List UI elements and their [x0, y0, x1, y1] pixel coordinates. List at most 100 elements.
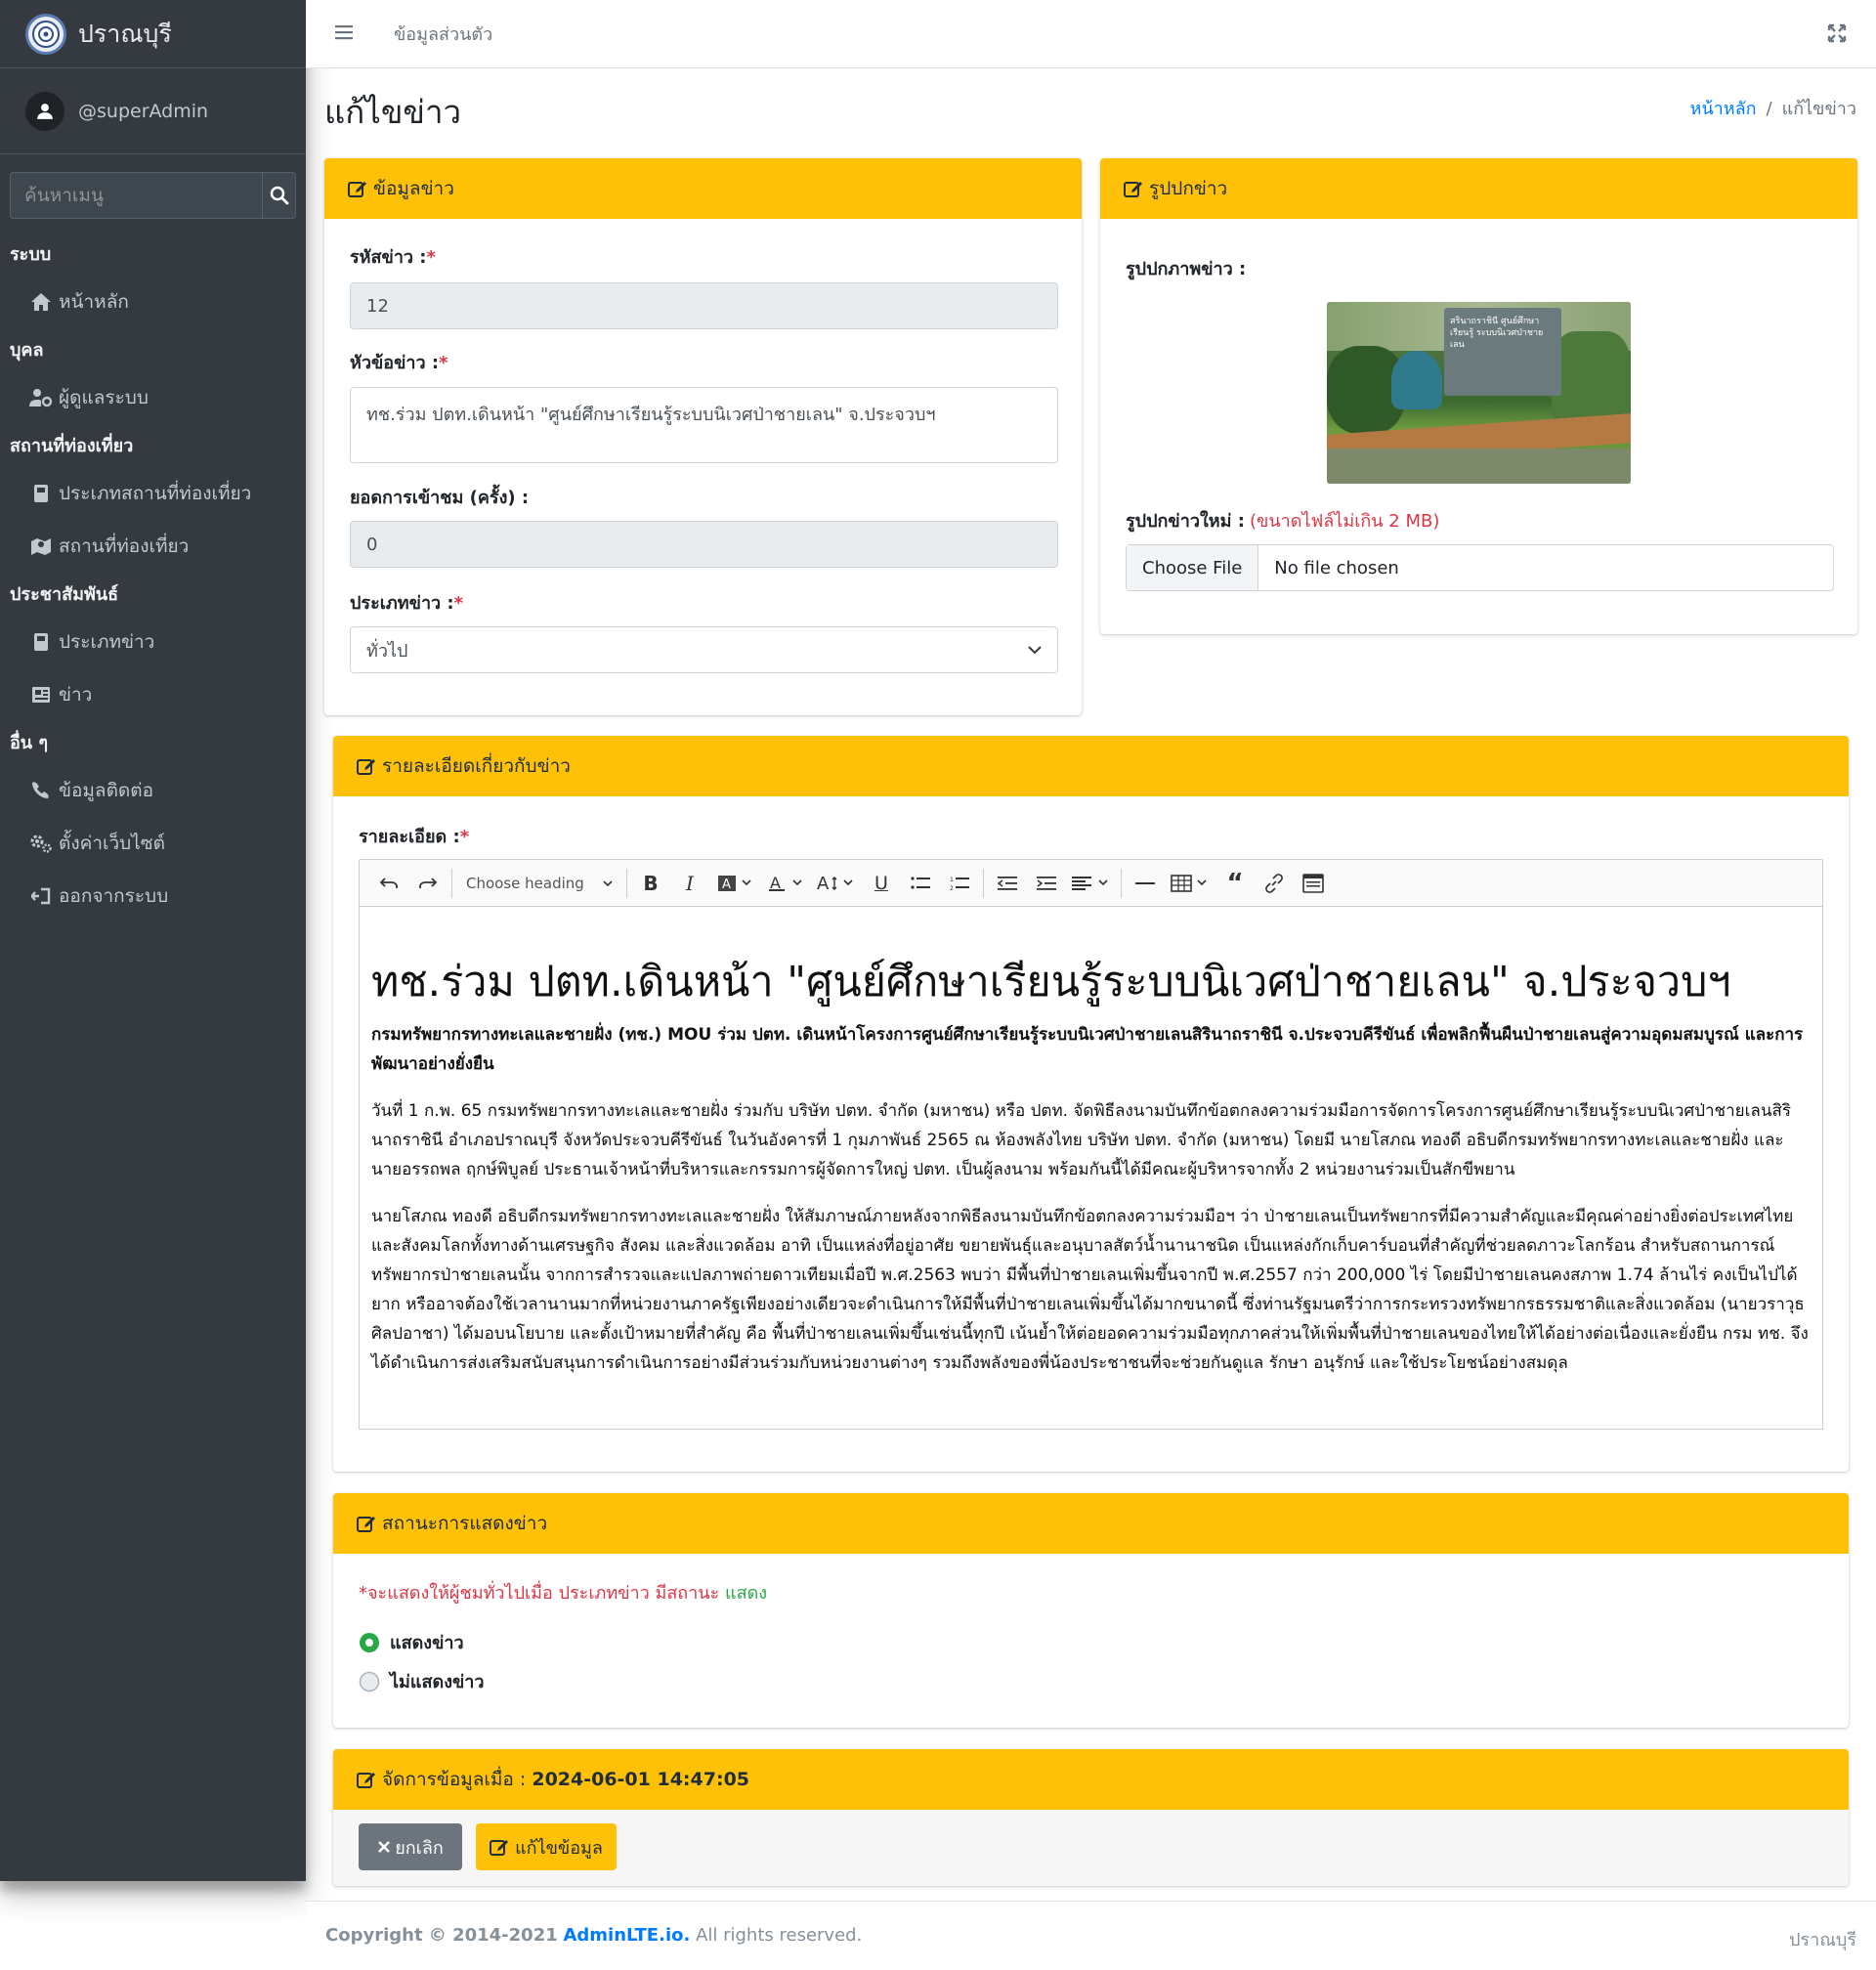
font-size-icon[interactable]: A	[811, 866, 862, 901]
content-heading: ทช.ร่วม ปตท.เดินหน้า "ศูนย์ศึกษาเรียนรู้…	[371, 958, 1731, 1006]
edit-icon	[357, 1773, 375, 1788]
sidebar-search-input[interactable]	[10, 172, 262, 219]
show-news-label: แสดงข่าว	[390, 1633, 464, 1653]
editor-content[interactable]: ทช.ร่วม ปตท.เดินหน้า "ศูนย์ศึกษาเรียนรู้…	[359, 906, 1823, 1430]
brand-link[interactable]: ปราณบุรี	[0, 0, 306, 68]
nav-header-attractions: สถานที่ท่องเที่ยว	[10, 436, 134, 456]
profile-link[interactable]: ข้อมูลส่วนตัว	[394, 20, 492, 48]
news-type-select[interactable]: ทั่วไป	[350, 626, 1058, 673]
sidebar-item-site-settings[interactable]: ตั้งค่าเว็บไซต์	[0, 817, 306, 870]
display-status-card: สถานะการแสดงข่าว *จะแสดงให้ผู้ชมทั่วไปเม…	[333, 1493, 1849, 1728]
user-panel[interactable]: @superAdmin	[0, 68, 306, 154]
edit-icon	[490, 1840, 509, 1856]
news-details-card: รายละเอียดเกี่ยวกับข่าว รายละเอียด :* Ch…	[333, 736, 1849, 1472]
sidebar-item-label: ผู้ดูแลระบบ	[59, 387, 149, 408]
avatar	[25, 91, 64, 131]
views-field[interactable]: 0	[350, 521, 1058, 568]
news-id-field[interactable]: 12	[350, 282, 1058, 329]
news-id-label: รหัสข่าว :*	[350, 247, 436, 268]
chevron-down-icon	[603, 879, 613, 886]
nav-header-pr: ประชาสัมพันธ์	[10, 584, 119, 605]
content-paragraph: นายโสภณ ทองดี อธิบดีกรมทรัพยากรทางทะเลแล…	[371, 1206, 1809, 1373]
file-input[interactable]: Choose File No file chosen	[1126, 544, 1834, 591]
sidebar-item-attractions[interactable]: สถานที่ท่องเที่ยว	[0, 520, 306, 573]
card-header: ข้อมูลข่าว	[324, 158, 1082, 219]
italic-icon[interactable]: I	[670, 866, 709, 901]
phone-icon	[29, 779, 53, 802]
cancel-button[interactable]: ยกเลิก	[359, 1823, 462, 1870]
footer-copyright: Copyright © 2014-2021 AdminLTE.io. All r…	[325, 1925, 863, 1946]
svg-text:1: 1	[950, 877, 954, 883]
user-icon	[37, 103, 53, 119]
sidebar-item-news[interactable]: ข่าว	[0, 668, 306, 721]
toolbar-separator	[1121, 868, 1122, 898]
cover-image-card: รูปปกข่าว รูปปกภาพข่าว : สรินาถราชินี ศู…	[1100, 158, 1857, 634]
choose-file-button[interactable]: Choose File	[1127, 545, 1259, 590]
redo-icon[interactable]	[408, 866, 448, 901]
search-icon	[270, 186, 288, 205]
content-paragraph: วันที่ 1 ก.พ. 65 กรมทรัพยากรทางทะเลและชา…	[371, 1100, 1791, 1179]
menu-toggle-icon[interactable]	[335, 24, 355, 44]
news-info-card: ข้อมูลข่าว รหัสข่าว :* 12 หัวข้อข่าว :* …	[324, 158, 1082, 715]
sidebar-search-button[interactable]	[262, 172, 296, 219]
heading-select[interactable]: Choose heading	[456, 875, 622, 892]
brand-logo	[25, 13, 66, 55]
indent-icon[interactable]	[1027, 866, 1066, 901]
editor-toolbar: Choose heading B I A A A U 12 “	[359, 859, 1823, 906]
sidebar-item-logout[interactable]: ออกจากระบบ	[0, 870, 306, 922]
sidebar-item-news-types[interactable]: ประเภทข่าว	[0, 616, 306, 668]
sidebar-item-attraction-types[interactable]: ประเภทสถานที่ท่องเที่ยว	[0, 467, 306, 520]
breadcrumb-home-link[interactable]: หน้าหลัก	[1689, 99, 1756, 119]
map-icon	[29, 535, 53, 558]
adminlte-link[interactable]: AdminLTE.io.	[563, 1925, 690, 1946]
html-embed-icon[interactable]	[1294, 866, 1333, 901]
outdent-icon[interactable]	[988, 866, 1027, 901]
undo-icon[interactable]	[369, 866, 408, 901]
news-type-selected: ทั่วไป	[366, 640, 408, 662]
hide-news-radio[interactable]: ไม่แสดงข่าว	[359, 1667, 485, 1695]
save-button[interactable]: แก้ไขข้อมูล	[476, 1823, 617, 1870]
footer: Copyright © 2014-2021 AdminLTE.io. All r…	[306, 1901, 1876, 1970]
highlight-icon[interactable]: A	[709, 866, 760, 901]
bulleted-list-icon[interactable]	[901, 866, 940, 901]
sidebar-item-contact[interactable]: ข้อมูลติดต่อ	[0, 764, 306, 817]
footer-brand: ปราณบุรี	[1789, 1930, 1856, 1950]
blockquote-icon[interactable]: “	[1215, 866, 1255, 901]
sidebar-item-label: ข้อมูลติดต่อ	[59, 780, 153, 801]
manage-timestamp: 2024-06-01 14:47:05	[532, 1769, 750, 1790]
card-header: รูปปกข่าว	[1100, 158, 1857, 219]
news-type-label: ประเภทข่าว :*	[350, 593, 464, 614]
table-icon[interactable]	[1165, 866, 1215, 901]
bold-icon[interactable]: B	[631, 866, 670, 901]
edit-icon	[1124, 182, 1142, 197]
horizontal-line-icon[interactable]	[1126, 866, 1165, 901]
book-icon	[29, 482, 53, 505]
link-icon[interactable]	[1255, 866, 1294, 901]
underline-icon[interactable]: U	[862, 866, 901, 901]
views-label: ยอดการเข้าชม (ครั้ง) :	[350, 488, 530, 508]
cogs-icon	[29, 832, 53, 855]
breadcrumb-current: แก้ไขข่าว	[1781, 99, 1856, 119]
font-color-icon[interactable]: A	[760, 866, 811, 901]
card-title: รูปปกข่าว	[1149, 178, 1228, 199]
card-header: รายละเอียดเกี่ยวกับข่าว	[333, 736, 1849, 796]
align-icon[interactable]	[1066, 866, 1117, 901]
sidebar-nav: ระบบ หน้าหลัก บุคล ผู้ดูแลระบบ สถานที่ท่…	[0, 233, 306, 922]
book-icon	[29, 630, 53, 654]
numbered-list-icon[interactable]: 12	[940, 866, 979, 901]
manage-card: จัดการข้อมูลเมื่อ : 2024-06-01 14:47:05 …	[333, 1749, 1849, 1886]
sidebar-item-home[interactable]: หน้าหลัก	[0, 276, 306, 328]
card-title: จัดการข้อมูลเมื่อ : 2024-06-01 14:47:05	[382, 1769, 750, 1790]
show-news-radio[interactable]: แสดงข่าว	[359, 1628, 464, 1656]
news-title-textarea[interactable]: ทช.ร่วม ปตท.เดินหน้า "ศูนย์ศึกษาเรียนรู้…	[350, 387, 1058, 463]
hide-news-label: ไม่แสดงข่าว	[390, 1672, 485, 1692]
svg-text:A: A	[817, 875, 830, 892]
nav-header-people: บุคล	[10, 340, 44, 361]
fullscreen-icon[interactable]	[1827, 23, 1847, 47]
sidebar-item-admins[interactable]: ผู้ดูแลระบบ	[0, 371, 306, 424]
content-lead: กรมทรัพยากรทางทะเลและชายฝั่ง (ทช.) MOU ร…	[371, 1024, 1804, 1074]
sidebar-search	[10, 172, 296, 219]
card-header: สถานะการแสดงข่าว	[333, 1493, 1849, 1554]
close-icon	[378, 1841, 391, 1853]
sidebar-item-label: ประเภทสถานที่ท่องเที่ยว	[59, 483, 252, 504]
